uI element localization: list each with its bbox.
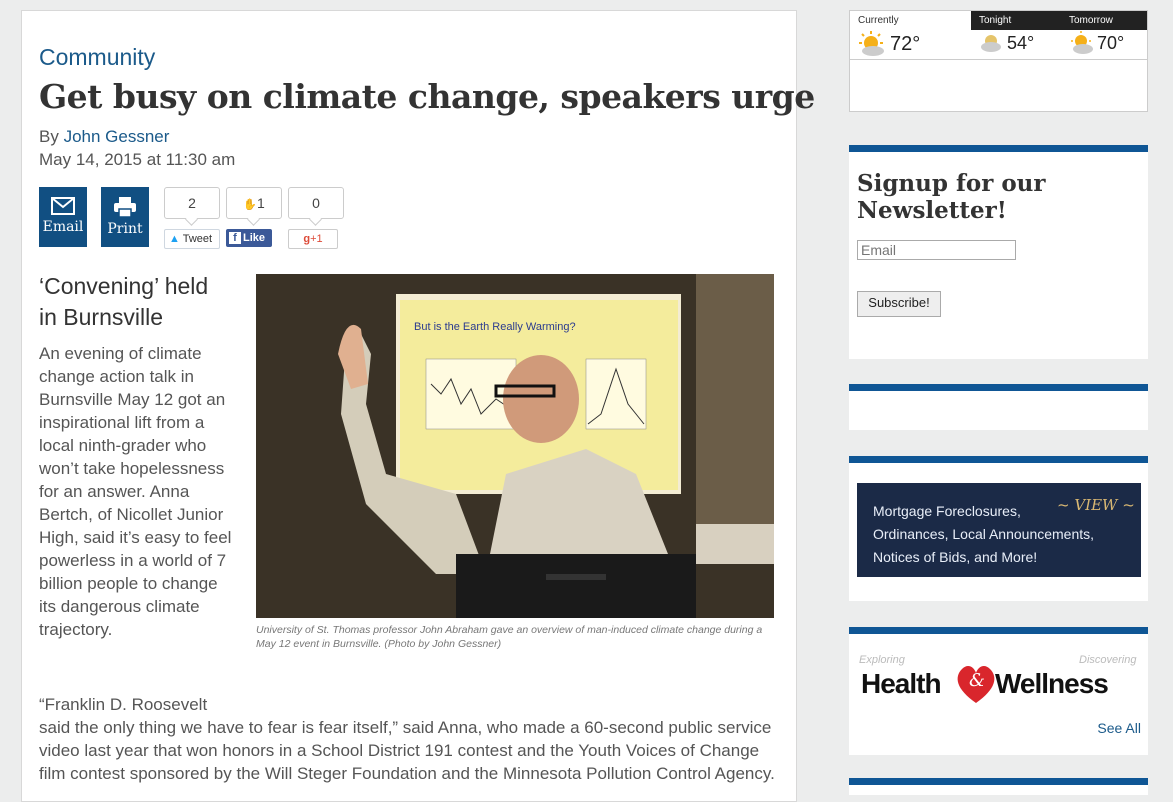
health-wellness-logo[interactable]: Exploring Discovering Health & Wellness <box>859 654 1139 714</box>
weather-divider <box>850 59 1147 60</box>
weather-tomorrow: Tomorrow 70° <box>1061 11 1147 59</box>
newsletter-email-input[interactable] <box>857 240 1016 260</box>
email-share-button[interactable]: Email <box>39 187 87 247</box>
article-headline: Get busy on climate change, speakers urg… <box>39 77 815 116</box>
article-subhead: ‘Convening’ held in Burnsville <box>39 273 209 330</box>
article-photo[interactable]: But is the Earth Really Warming? <box>256 274 774 618</box>
tweet-label: Tweet <box>182 233 213 245</box>
email-share-label: Email <box>42 219 84 235</box>
byline: By John Gessner <box>39 127 169 147</box>
logo-small-left: Exploring <box>859 654 905 666</box>
currently-label: Currently <box>858 15 899 26</box>
print-button[interactable]: Print <box>101 187 149 247</box>
sidebar-empty-panel <box>849 384 1148 430</box>
legal-notices-panel: Mortgage Foreclosures, Ordinances, Local… <box>849 456 1148 601</box>
tweet-button[interactable]: ▲ Tweet <box>164 229 220 249</box>
gplus-label: +1 <box>310 233 323 245</box>
facebook-count: ✋1 <box>226 187 282 219</box>
print-label: Print <box>107 221 143 237</box>
gplus-count: 0 <box>288 187 344 219</box>
photo-caption: University of St. Thomas professor John … <box>256 624 763 650</box>
gplus-button[interactable]: g+1 <box>288 229 338 249</box>
health-wellness-panel: Exploring Discovering Health & Wellness … <box>849 627 1148 755</box>
logo-word-health: Health <box>861 668 942 699</box>
ad-view-label: ~ VIEW ~ <box>1057 496 1135 514</box>
ad-line-2: Ordinances, Local Announcements, <box>873 526 1095 542</box>
slide-title: But is the Earth Really Warming? <box>414 321 576 333</box>
facebook-like-label: Like <box>243 232 266 244</box>
legal-notices-ad[interactable]: Mortgage Foreclosures, Ordinances, Local… <box>857 483 1141 577</box>
facebook-count-value: 1 <box>256 195 265 211</box>
article-body: “Franklin D. Roosevelt said the only thi… <box>39 693 779 785</box>
publish-date: May 14, 2015 at 11:30 am <box>39 150 236 169</box>
printer-icon <box>114 197 136 217</box>
logo-ampersand: & <box>969 670 986 691</box>
newsletter-title: Signup for our Newsletter! <box>857 170 1046 224</box>
article-lede: An evening of climate change action talk… <box>39 344 232 639</box>
partly-cloudy-icon <box>1071 31 1093 54</box>
article-card: Community Get busy on climate change, sp… <box>21 10 815 802</box>
tomorrow-temp: 70° <box>1097 33 1125 53</box>
speaker-photo-illustration: But is the Earth Really Warming? <box>256 274 774 618</box>
partly-sunny-icon <box>859 31 884 56</box>
tonight-temp: 54° <box>1007 33 1035 53</box>
facebook-like-button[interactable]: f Like <box>226 229 272 247</box>
envelope-icon <box>51 197 75 215</box>
tweet-count: 2 <box>164 187 220 219</box>
weather-currently: Currently 72° <box>850 11 971 59</box>
twitter-bird-icon: ▲ <box>169 233 180 245</box>
weather-tonight: Tonight 54° <box>971 11 1061 59</box>
author-link[interactable]: John Gessner <box>64 127 170 146</box>
logo-word-wellness: Wellness <box>995 668 1109 699</box>
tonight-label: Tonight <box>971 11 1061 30</box>
logo-small-right: Discovering <box>1079 654 1137 666</box>
thumbs-up-icon: ✋ <box>243 199 257 211</box>
facebook-icon: f <box>229 232 241 244</box>
body-paragraph-start: “Franklin D. Roosevelt <box>39 695 208 714</box>
body-paragraph-rest: said the only thing we have to fear is f… <box>39 718 775 783</box>
newsletter-panel: Signup for our Newsletter! Subscribe! <box>849 145 1148 359</box>
currently-temp: 72° <box>890 33 921 55</box>
subscribe-button[interactable]: Subscribe! <box>857 291 941 317</box>
byline-prefix: By <box>39 127 59 146</box>
ad-line-3: Notices of Bids, and More! <box>873 549 1038 565</box>
see-all-link[interactable]: See All <box>1097 720 1141 736</box>
cloudy-night-icon <box>981 35 1001 52</box>
weather-widget[interactable]: Currently 72° Tonight 54° Tomorrow 70° <box>849 10 1148 112</box>
sidebar-next-panel <box>849 778 1148 795</box>
tomorrow-label: Tomorrow <box>1061 11 1147 30</box>
category-link[interactable]: Community <box>39 44 155 71</box>
